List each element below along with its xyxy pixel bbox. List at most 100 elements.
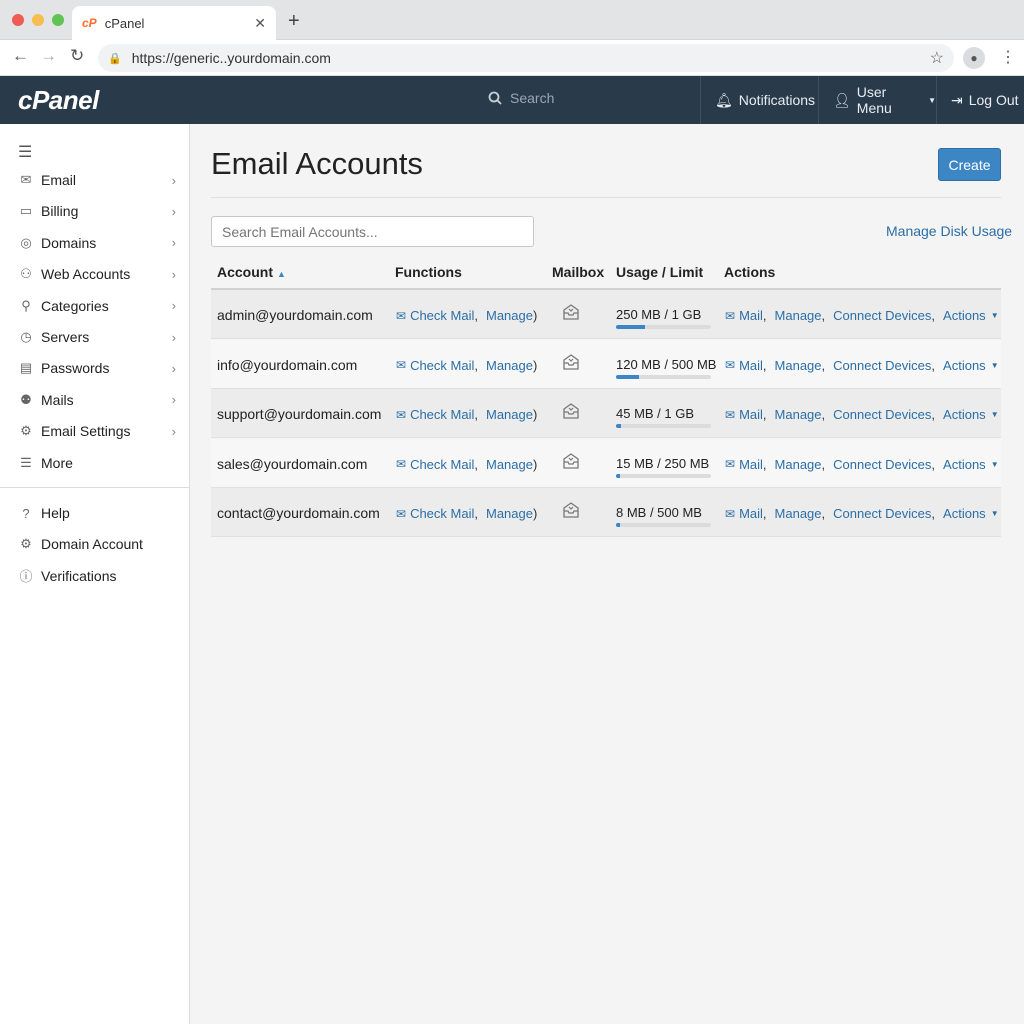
actions-cell: ✉ Mail, Manage, Connect Devices, Actions ▼ [725, 506, 999, 522]
sidebar-item-label: Verifications [41, 567, 117, 584]
search-email-accounts-input[interactable] [211, 216, 534, 247]
account-email: sales@yourdomain.com [217, 455, 368, 472]
cpanel-header: cPanel Search 🔔︎ Notifications 👤︎ User M… [0, 76, 1024, 124]
mail-link[interactable]: Mail [739, 358, 763, 373]
sidebar-item-email[interactable]: ✉ Email › [0, 166, 190, 194]
sidebar-item-servers[interactable]: ◷ Servers › [0, 323, 190, 351]
column-header-mailbox: Mailbox [552, 264, 605, 280]
info-icon: ⓘ [19, 569, 33, 585]
sidebar-item-label: Mails [41, 391, 74, 408]
manage-link[interactable]: Manage [486, 506, 533, 521]
manage-link[interactable]: Manage [486, 457, 533, 472]
mail-link[interactable]: Mail [739, 457, 763, 472]
caret-down-icon: ▼ [990, 360, 999, 370]
sidebar-item-mails[interactable]: ⚉ Mails › [0, 386, 190, 414]
connect-devices-link[interactable]: Connect Devices [833, 358, 931, 373]
mailbox-inbox-icon[interactable] [561, 403, 581, 421]
manage-link[interactable]: Manage [486, 308, 533, 323]
mailbox-inbox-icon[interactable] [561, 452, 581, 471]
check-mail-link[interactable]: Check Mail [410, 506, 474, 521]
chevron-right-icon: › [171, 203, 176, 219]
notifications-button[interactable]: 🔔︎ Notifications [700, 76, 818, 124]
manage-disk-usage-link[interactable]: Manage Disk Usage [886, 223, 1012, 239]
cpanel-logo[interactable]: cPanel [18, 85, 99, 116]
usage-limit-text: 120 MB / 500 MB [616, 356, 717, 372]
mail-link[interactable]: Mail [739, 506, 763, 521]
sidebar-item-help[interactable]: ? Help [0, 499, 190, 527]
actions-cell: ✉ Mail, Manage, Connect Devices, Actions ▼ [725, 407, 999, 423]
actions-dropdown[interactable]: Actions [943, 457, 986, 472]
check-mail-link[interactable]: Check Mail [410, 358, 474, 373]
reload-icon[interactable]: ↻ [70, 46, 84, 66]
back-arrow-icon[interactable]: ← [12, 46, 29, 66]
envelope-icon: ✉ [725, 506, 736, 521]
close-window-button[interactable] [12, 14, 24, 26]
manage-link[interactable]: Manage [775, 506, 822, 521]
gear-icon: ⚙ [20, 536, 32, 552]
column-header-actions: Actions [724, 264, 776, 280]
envelope-icon: ✉ [396, 457, 407, 472]
table-row: support@yourdomain.com ✉ Check Mail, Manage… [211, 389, 1001, 439]
create-button[interactable]: Create [938, 148, 1001, 181]
manage-link[interactable]: Manage [775, 358, 822, 373]
sidebar-item-categories[interactable]: ⚲ Categories › [0, 292, 190, 320]
logout-button[interactable]: ⇥ Log Out [936, 76, 1024, 124]
actions-dropdown[interactable]: Actions [943, 407, 986, 422]
sidebar-item-web-accounts[interactable]: ⚇ Web Accounts › [0, 260, 190, 288]
usage-progress-fill [616, 325, 646, 329]
address-bar[interactable]: 🔒 https://generic..yourdomain.com ☆ [98, 44, 954, 72]
usage-progress-fill [616, 374, 639, 379]
mail-link[interactable]: Mail [739, 308, 763, 323]
close-tab-icon[interactable]: ✕ [254, 15, 266, 32]
hamburger-menu-icon[interactable]: ☰ [18, 142, 32, 162]
sidebar-item-more[interactable]: ☰ More [0, 449, 190, 477]
connect-devices-link[interactable]: Connect Devices [833, 457, 931, 472]
usage-progress-fill [616, 473, 620, 478]
manage-link[interactable]: Manage [486, 407, 533, 422]
mailbox-inbox-icon[interactable] [561, 304, 581, 322]
header-search[interactable]: Search [488, 90, 554, 106]
mail-link[interactable]: Mail [739, 407, 763, 422]
usage-limit-text: 250 MB / 1 GB [616, 307, 702, 322]
sidebar-item-email-settings[interactable]: ⚙ Email Settings › [0, 417, 190, 445]
sidebar-item-domains[interactable]: ◎ Domains › [0, 229, 190, 257]
maximize-window-button[interactable] [52, 14, 64, 26]
sidebar-item-domain-account[interactable]: ⚙ Domain Account [0, 530, 190, 558]
user-icon: 👤︎ [833, 91, 851, 108]
actions-dropdown[interactable]: Actions [943, 358, 986, 373]
manage-link[interactable]: Manage [486, 358, 533, 373]
new-tab-icon[interactable]: + [288, 10, 300, 33]
sidebar-item-billing[interactable]: ▭ Billing › [0, 197, 190, 225]
column-header-account[interactable]: Account ▲ [217, 264, 286, 280]
window-controls [12, 14, 64, 26]
logout-icon: ⇥ [951, 91, 963, 108]
caret-down-icon: ▼ [990, 459, 999, 469]
manage-link[interactable]: Manage [775, 407, 822, 422]
actions-dropdown[interactable]: Actions [943, 506, 986, 521]
minimize-window-button[interactable] [32, 14, 44, 26]
actions-dropdown[interactable]: Actions [943, 308, 986, 323]
sidebar-item-passwords[interactable]: ▤ Passwords › [0, 354, 190, 382]
browser-tab[interactable]: cP cPanel ✕ [72, 6, 276, 40]
mailbox-inbox-icon[interactable] [561, 502, 581, 520]
manage-link[interactable]: Manage [775, 457, 822, 472]
mailbox-inbox-icon[interactable] [561, 353, 581, 372]
user-menu-button[interactable]: 👤︎ User Menu ▼ [818, 76, 936, 124]
browser-menu-icon[interactable]: ⋮ [1000, 47, 1016, 67]
url-text[interactable]: https://generic..yourdomain.com [132, 50, 930, 66]
bookmark-star-icon[interactable]: ☆ [930, 48, 944, 68]
forward-arrow-icon[interactable]: → [40, 46, 57, 66]
functions-cell: ✉ Check Mail, Manage) [396, 407, 538, 423]
sidebar-item-verifications[interactable]: ⓘ Verifications [0, 562, 190, 590]
connect-devices-link[interactable]: Connect Devices [833, 506, 931, 521]
manage-link[interactable]: Manage [775, 308, 822, 323]
folder-icon: ▤ [19, 360, 33, 376]
profile-avatar-icon[interactable]: ● [963, 47, 985, 69]
check-mail-link[interactable]: Check Mail [410, 407, 474, 422]
sidebar: ☰ ✉ Email › ▭ Billing › ◎ Domains › ⚇ Web Accounts… [0, 124, 190, 1024]
check-mail-link[interactable]: Check Mail [410, 308, 474, 323]
logout-label: Log Out [968, 92, 1019, 108]
connect-devices-link[interactable]: Connect Devices [833, 308, 931, 323]
connect-devices-link[interactable]: Connect Devices [833, 407, 931, 422]
check-mail-link[interactable]: Check Mail [410, 457, 474, 472]
